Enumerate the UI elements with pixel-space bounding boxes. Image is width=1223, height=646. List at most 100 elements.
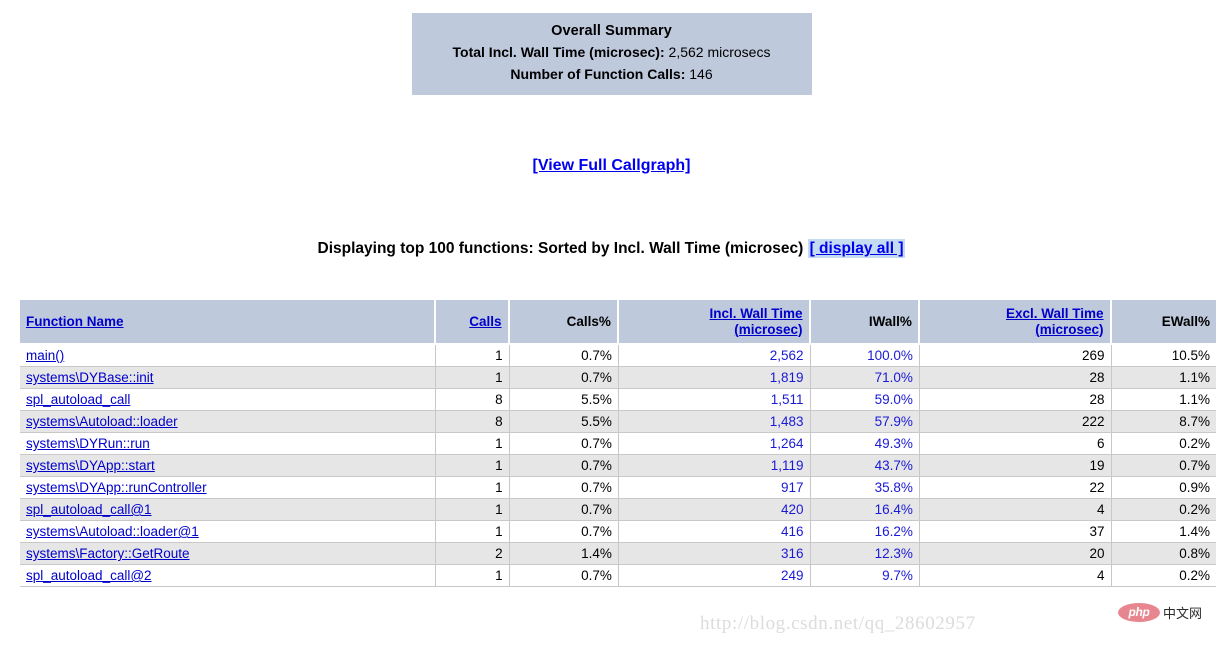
column-header-excl-wall-time-line1[interactable]: Excl. Wall Time [1006,306,1104,321]
cell-ewall-percent: 10.5% [1111,345,1216,368]
cell-iwall-percent: 43.7% [810,455,920,478]
cell-function-name[interactable]: systems\Autoload::loader [20,411,436,434]
cell-iwall-percent: 12.3% [810,543,920,566]
table-row: spl_autoload_call@2 1 0.7% 249 9.7% 4 0.2% [20,565,1216,588]
cell-incl-wall-time: 1,511 [618,389,811,412]
cell-function-name[interactable]: systems\DYBase::init [20,367,436,390]
cell-ewall-percent: 0.7% [1111,455,1216,478]
cell-incl-wall-time: 1,264 [618,433,811,456]
cell-excl-wall-time: 20 [919,543,1112,566]
cell-excl-wall-time: 6 [919,433,1112,456]
cell-excl-wall-time: 37 [919,521,1112,544]
table-row: systems\DYRun::run 1 0.7% 1,264 49.3% 6 0.2% [20,433,1216,456]
cell-incl-wall-time: 1,819 [618,367,811,390]
displaying-heading: Displaying top 100 functions: Sorted by … [0,239,1223,258]
display-all-link[interactable]: [ display all ] [807,239,906,258]
cell-calls-percent: 0.7% [509,367,619,390]
cell-iwall-percent: 100.0% [810,345,920,368]
column-header-incl-wall-time-line1[interactable]: Incl. Wall Time [710,306,803,321]
cell-calls: 1 [435,521,510,544]
summary-total-wall-time-value: 2,562 microsecs [668,44,771,61]
column-header-excl-wall-time[interactable]: Excl. Wall Time (microsec) [919,300,1112,346]
cell-ewall-percent: 8.7% [1111,411,1216,434]
cell-function-name[interactable]: spl_autoload_call@1 [20,499,436,522]
cell-function-name[interactable]: main() [20,345,436,368]
summary-title: Overall Summary [551,23,672,39]
cell-excl-wall-time: 4 [919,499,1112,522]
cell-calls: 8 [435,389,510,412]
cell-function-name[interactable]: systems\DYApp::start [20,455,436,478]
cell-calls: 1 [435,455,510,478]
column-header-incl-wall-time-line2[interactable]: (microsec) [734,322,802,337]
cell-incl-wall-time: 1,119 [618,455,811,478]
column-header-function-name-link[interactable]: Function Name [26,314,124,329]
column-header-incl-wall-time[interactable]: Incl. Wall Time (microsec) [618,300,811,346]
callgraph-link-container: [View Full Callgraph] [0,157,1223,175]
table-row: spl_autoload_call 8 5.5% 1,511 59.0% 28 1.1% [20,389,1216,412]
function-name-link[interactable]: systems\DYApp::start [26,458,155,473]
cell-function-name[interactable]: spl_autoload_call [20,389,436,412]
column-header-excl-wall-time-line2[interactable]: (microsec) [1035,322,1103,337]
cell-iwall-percent: 16.4% [810,499,920,522]
cell-ewall-percent: 1.1% [1111,367,1216,390]
cell-iwall-percent: 59.0% [810,389,920,412]
cell-ewall-percent: 0.2% [1111,433,1216,456]
cell-function-name[interactable]: systems\Factory::GetRoute [20,543,436,566]
overall-summary-section: Overall Summary Total Incl. Wall Time (m… [0,13,1223,95]
overall-summary-box: Overall Summary Total Incl. Wall Time (m… [411,13,812,95]
cell-incl-wall-time: 917 [618,477,811,500]
function-name-link[interactable]: systems\DYApp::runController [26,480,207,495]
cell-excl-wall-time: 4 [919,565,1112,588]
cell-iwall-percent: 71.0% [810,367,920,390]
php-watermark-text: 中文网 [1163,607,1203,622]
cell-incl-wall-time: 1,483 [618,411,811,434]
cell-calls: 1 [435,499,510,522]
column-header-calls-link[interactable]: Calls [469,314,501,329]
function-name-link[interactable]: spl_autoload_call@2 [26,568,152,583]
cell-calls: 1 [435,345,510,368]
cell-calls: 8 [435,411,510,434]
table-row: spl_autoload_call@1 1 0.7% 420 16.4% 4 0.2% [20,499,1216,522]
function-name-link[interactable]: spl_autoload_call@1 [26,502,152,517]
cell-incl-wall-time: 420 [618,499,811,522]
cell-function-name[interactable]: spl_autoload_call@2 [20,565,436,588]
cell-excl-wall-time: 28 [919,367,1112,390]
function-name-link[interactable]: systems\DYRun::run [26,436,150,451]
cell-incl-wall-time: 316 [618,543,811,566]
summary-total-wall-time-label: Total Incl. Wall Time (microsec): [452,44,665,61]
cell-ewall-percent: 1.4% [1111,521,1216,544]
cell-iwall-percent: 57.9% [810,411,920,434]
function-name-link[interactable]: systems\Factory::GetRoute [26,546,190,561]
cell-iwall-percent: 35.8% [810,477,920,500]
function-name-link[interactable]: main() [26,348,64,363]
table-row: systems\Factory::GetRoute 2 1.4% 316 12.3% 20… [20,543,1216,566]
cell-excl-wall-time: 222 [919,411,1112,434]
cell-ewall-percent: 0.2% [1111,565,1216,588]
cell-incl-wall-time: 249 [618,565,811,588]
cell-calls-percent: 0.7% [509,477,619,500]
table-row: systems\Autoload::loader@1 1 0.7% 416 16.2% 3… [20,521,1216,544]
cell-function-name[interactable]: systems\Autoload::loader@1 [20,521,436,544]
cell-calls-percent: 1.4% [509,543,619,566]
cell-excl-wall-time: 19 [919,455,1112,478]
cell-calls-percent: 0.7% [509,499,619,522]
function-name-link[interactable]: systems\Autoload::loader [26,414,178,429]
cell-calls: 1 [435,433,510,456]
table-row: systems\DYBase::init 1 0.7% 1,819 71.0% 28 1.1… [20,367,1216,390]
cell-function-name[interactable]: systems\DYRun::run [20,433,436,456]
table-row: systems\DYApp::start 1 0.7% 1,119 43.7% 19 0.7… [20,455,1216,478]
displaying-heading-text: Displaying top 100 functions: Sorted by … [317,240,804,257]
cell-calls-percent: 0.7% [509,345,619,368]
cell-calls-percent: 5.5% [509,411,619,434]
function-name-link[interactable]: spl_autoload_call [26,392,130,407]
function-name-link[interactable]: systems\DYBase::init [26,370,154,385]
cell-function-name[interactable]: systems\DYApp::runController [20,477,436,500]
cell-calls: 1 [435,565,510,588]
column-header-function-name[interactable]: Function Name [20,300,436,346]
view-full-callgraph-link[interactable]: [View Full Callgraph] [533,157,691,174]
column-header-calls[interactable]: Calls [435,300,510,346]
cell-calls: 1 [435,477,510,500]
profiler-table-head: Function Name Calls Calls% Incl. Wall Ti… [20,300,1216,346]
cell-excl-wall-time: 269 [919,345,1112,368]
function-name-link[interactable]: systems\Autoload::loader@1 [26,524,199,539]
